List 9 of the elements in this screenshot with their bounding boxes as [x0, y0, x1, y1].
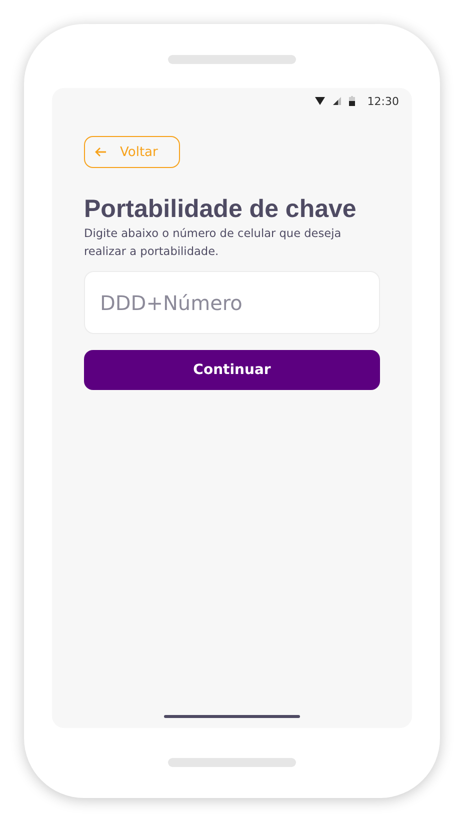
arrow-left-icon	[95, 147, 107, 157]
signal-icon	[333, 97, 342, 105]
phone-input-field[interactable]: DDD+Número	[84, 271, 380, 334]
description-text: Digite abaixo o número de celular que deseja realizar a portabilidade.	[84, 226, 342, 260]
page-title: Portabilidade de chave	[84, 194, 356, 224]
status-time: 12:30	[367, 94, 399, 108]
continue-button[interactable]: Continuar	[84, 350, 380, 390]
battery-icon	[349, 96, 356, 106]
wifi-icon	[315, 97, 326, 105]
